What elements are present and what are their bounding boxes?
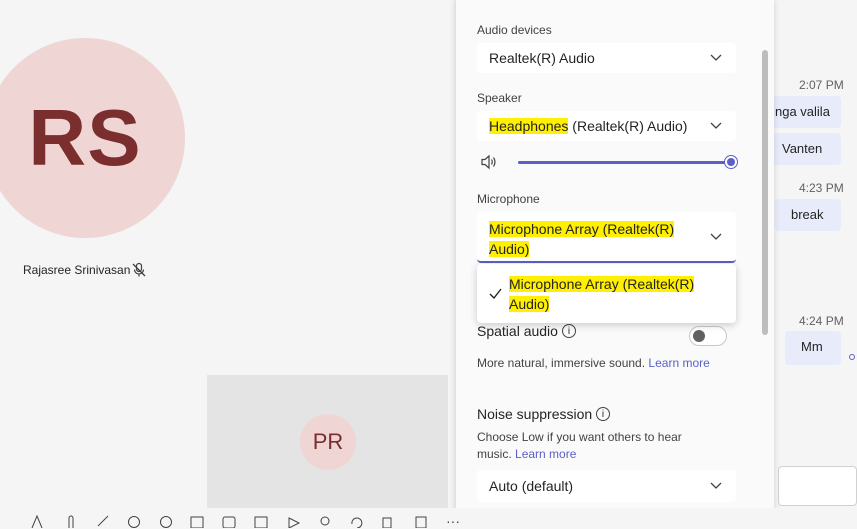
microphone-label: Microphone: [477, 192, 540, 206]
volume-slider-thumb[interactable]: [725, 156, 737, 168]
device-settings-panel: Audio devices Realtek(R) Audio Speaker H…: [455, 0, 774, 512]
chat-message[interactable]: break: [775, 199, 841, 231]
attach-file-icon[interactable]: [64, 514, 78, 528]
emoji-icon[interactable]: [159, 514, 173, 528]
speaker-volume-icon: [481, 154, 496, 170]
participant-name: Rajasree Srinivasan: [23, 263, 131, 277]
dropdown-value: Microphone Array (Realtek(R) Audio): [489, 219, 675, 259]
message-time: 4:24 PM: [799, 314, 844, 328]
speaker-dropdown[interactable]: Headphones (Realtek(R) Audio): [477, 111, 736, 141]
avatar-initials: PR: [312, 429, 344, 454]
spatial-audio-label: Spatial audio: [477, 323, 558, 339]
description-text: More natural, immersive sound.: [477, 356, 646, 370]
info-icon[interactable]: i: [596, 407, 610, 421]
speaker-label: Speaker: [477, 91, 522, 105]
loop-icon[interactable]: [96, 514, 110, 528]
dropdown-value: Headphones (Realtek(R) Audio): [489, 118, 687, 134]
volume-slider-track[interactable]: [518, 161, 728, 164]
noise-suppression-dropdown[interactable]: Auto (default): [477, 470, 736, 502]
toggle-knob: [693, 330, 705, 342]
checkmark-icon: [489, 288, 502, 299]
chevron-down-icon: [710, 54, 722, 61]
option-label-line1: Microphone Array (Realtek(R): [509, 276, 695, 292]
stream-icon[interactable]: [287, 514, 301, 528]
format-icon[interactable]: [30, 514, 44, 528]
dropdown-value-line2: Audio): [489, 241, 530, 257]
message-time: 4:23 PM: [799, 181, 844, 195]
option-label: Microphone Array (Realtek(R) Audio): [509, 274, 695, 314]
description-text: Choose Low if you want others to hear: [477, 430, 682, 444]
noise-suppression-description: Choose Low if you want others to hear mu…: [477, 429, 682, 463]
microphone-options-menu: Microphone Array (Realtek(R) Audio): [477, 264, 736, 323]
learn-more-link[interactable]: Learn more: [648, 356, 709, 370]
learn-more-link[interactable]: Learn more: [515, 447, 576, 461]
dropdown-value-line1: Microphone Array (Realtek(R): [489, 221, 675, 237]
chevron-down-icon: [710, 122, 722, 129]
chevron-down-icon: [710, 233, 722, 240]
chat-message[interactable]: Vanten: [772, 133, 841, 165]
sticker-icon[interactable]: [222, 514, 236, 528]
chevron-down-icon: [710, 482, 722, 489]
dropdown-value: Realtek(R) Audio: [489, 50, 595, 66]
spatial-audio-description: More natural, immersive sound. Learn mor…: [477, 355, 710, 372]
noise-suppression-label: Noise suppression: [477, 406, 593, 422]
clipboard-icon[interactable]: [414, 514, 428, 528]
participant-avatar-secondary: PR: [300, 414, 356, 470]
option-label-line2: Audio): [509, 296, 550, 312]
microphone-option[interactable]: Microphone Array (Realtek(R) Audio): [477, 264, 736, 323]
read-receipt-icon: [849, 354, 855, 360]
chat-compose-box[interactable]: [778, 466, 857, 506]
highlighted-text: Headphones: [489, 118, 569, 134]
message-time: 2:07 PM: [799, 78, 844, 92]
description-text: music.: [477, 447, 512, 461]
mic-off-icon: [132, 262, 146, 277]
panel-scrollbar[interactable]: [762, 50, 768, 335]
mention-icon[interactable]: [127, 514, 141, 528]
gif-icon[interactable]: [190, 514, 204, 528]
chat-message[interactable]: Mm: [785, 331, 841, 365]
copy-icon[interactable]: [381, 514, 395, 528]
dropdown-value: Auto (default): [489, 478, 574, 494]
microphone-dropdown[interactable]: Microphone Array (Realtek(R) Audio): [477, 212, 736, 263]
approvals-icon[interactable]: [350, 514, 364, 528]
schedule-icon[interactable]: [254, 514, 268, 528]
praise-icon[interactable]: [318, 514, 332, 528]
more-options-icon[interactable]: ···: [446, 514, 460, 528]
audio-devices-label: Audio devices: [477, 23, 552, 37]
avatar-initials: RS: [28, 93, 142, 182]
info-icon[interactable]: i: [562, 324, 576, 338]
dropdown-value-rest: (Realtek(R) Audio): [568, 118, 688, 134]
audio-devices-dropdown[interactable]: Realtek(R) Audio: [477, 43, 736, 73]
